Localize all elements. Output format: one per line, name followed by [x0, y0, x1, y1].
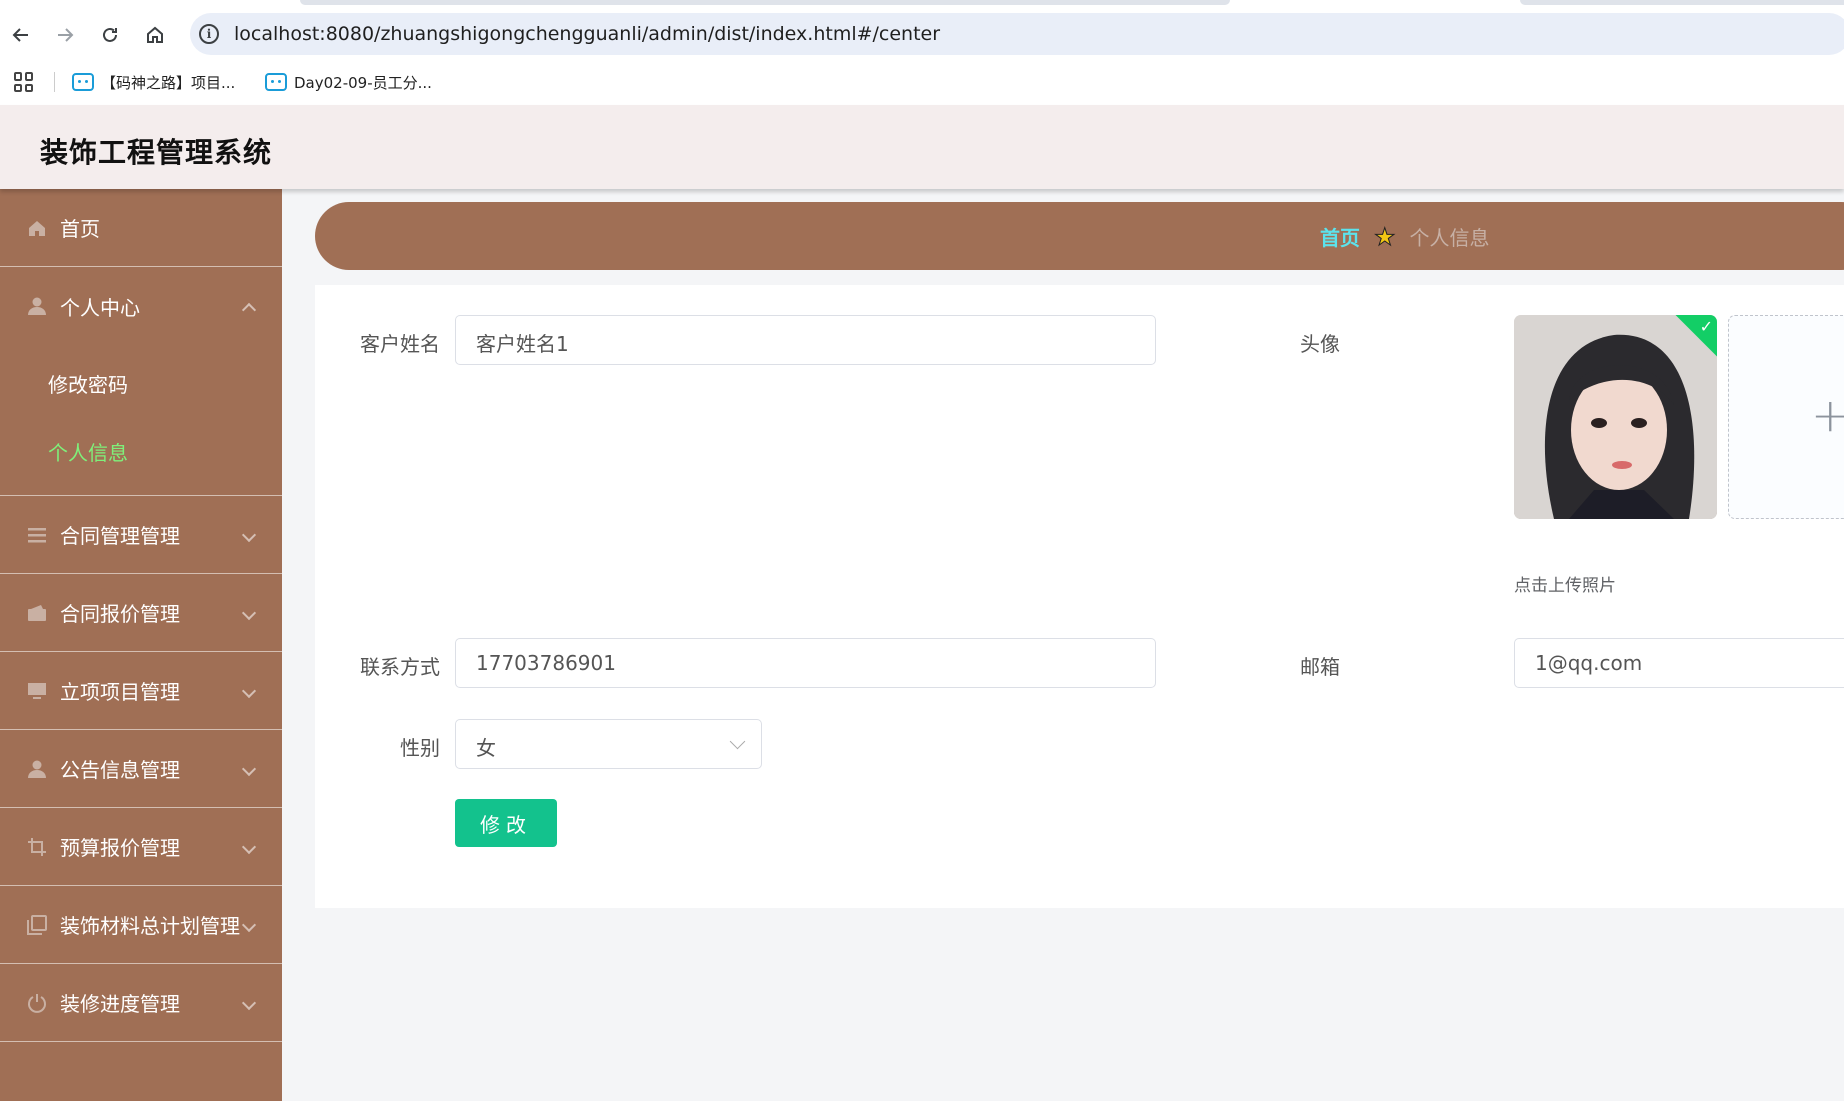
- sidebar-item-announcement[interactable]: 公告信息管理: [0, 730, 282, 808]
- url-text: localhost:8080/zhuangshigongchengguanli/…: [234, 23, 941, 45]
- sidebar-item-label: 立项项目管理: [60, 680, 180, 704]
- sidebar-item-label: 合同管理管理: [60, 524, 180, 548]
- reload-icon[interactable]: [95, 20, 125, 50]
- forward-icon[interactable]: [50, 20, 80, 50]
- chevron-down-icon: [241, 839, 257, 855]
- sidebar-item-renovation-progress[interactable]: 装修进度管理: [0, 964, 282, 1042]
- sidebar-item-material-plan[interactable]: 装饰材料总计划管理: [0, 886, 282, 964]
- sidebar-item-contract-management[interactable]: 合同管理管理: [0, 496, 282, 574]
- chevron-down-icon: [241, 761, 257, 777]
- email-label: 邮箱: [1300, 655, 1340, 679]
- chevron-up-icon: [241, 302, 257, 318]
- tab-strip: [300, 0, 1230, 5]
- site-info-icon[interactable]: i: [199, 24, 219, 44]
- chevron-down-icon: [241, 605, 257, 621]
- app-header: 装饰工程管理系统: [0, 105, 1844, 189]
- crop-icon: [26, 836, 48, 858]
- user-icon: [26, 295, 48, 317]
- back-icon[interactable]: [6, 20, 36, 50]
- power-icon: [26, 992, 48, 1014]
- gender-label: 性别: [400, 736, 440, 760]
- email-input[interactable]: 1@qq.com: [1514, 638, 1844, 688]
- sidebar-item-label: 装修进度管理: [60, 992, 180, 1016]
- bookmark-label: 【码神之路】项目...: [101, 73, 236, 92]
- sidebar-item-personal-center[interactable]: 个人中心: [0, 267, 282, 345]
- personal-center-submenu: 修改密码 个人信息: [0, 345, 282, 496]
- bookmark-item[interactable]: 【码神之路】项目...: [72, 70, 235, 94]
- copy-icon: [26, 914, 48, 936]
- sidebar-item-project-approval[interactable]: 立项项目管理: [0, 652, 282, 730]
- apps-icon[interactable]: [14, 72, 34, 92]
- sidebar-item-label: 首页: [60, 217, 100, 241]
- star-icon: ★: [1374, 222, 1396, 251]
- sidebar: 首页 个人中心 修改密码 个人信息 合同管理管理 合同报价管理 立项项目管理 公…: [0, 189, 282, 1101]
- sidebar-item-label: 装饰材料总计划管理: [60, 914, 240, 938]
- address-bar[interactable]: i localhost:8080/zhuangshigongchengguanl…: [190, 13, 1844, 55]
- browser-toolbar: i localhost:8080/zhuangshigongchengguanl…: [0, 0, 1844, 105]
- user-icon: [26, 758, 48, 780]
- name-label: 客户姓名: [360, 332, 440, 356]
- monitor-icon: [26, 680, 48, 702]
- wallet-icon: [26, 602, 48, 624]
- upload-tip: 点击上传照片: [1514, 576, 1616, 596]
- phone-input[interactable]: 17703786901: [455, 638, 1156, 688]
- list-icon: [26, 524, 48, 546]
- sidebar-subitem-change-password[interactable]: 修改密码: [0, 349, 282, 417]
- breadcrumb-current: 个人信息: [1409, 226, 1490, 250]
- sidebar-subitem-personal-info[interactable]: 个人信息: [0, 417, 282, 485]
- chevron-down-icon: [729, 733, 746, 750]
- breadcrumb-home[interactable]: 首页: [1320, 222, 1360, 251]
- chevron-down-icon: [241, 527, 257, 543]
- home-icon: [26, 217, 48, 239]
- breadcrumb: 首页 ★ 个人信息: [315, 202, 1844, 270]
- bookmark-label: Day02-09-员工分...: [294, 73, 432, 92]
- bookmarks-bar: 【码神之路】项目... Day02-09-员工分...: [0, 64, 1844, 98]
- phone-label: 联系方式: [360, 655, 440, 679]
- sidebar-item-label: 个人中心: [60, 295, 140, 320]
- bookmark-separator: [54, 72, 55, 92]
- sidebar-item-home[interactable]: 首页: [0, 189, 282, 267]
- gender-value: 女: [476, 736, 496, 760]
- check-icon: ✓: [1699, 317, 1713, 336]
- gender-select[interactable]: 女: [455, 719, 762, 769]
- avatar-image: [1514, 315, 1717, 519]
- sidebar-item-budget-quote[interactable]: 预算报价管理: [0, 808, 282, 886]
- submit-button[interactable]: 修改: [455, 799, 557, 847]
- chevron-down-icon: [241, 917, 257, 933]
- tab-strip-right: [1520, 0, 1844, 5]
- chevron-down-icon: [241, 995, 257, 1011]
- profile-form: 客户姓名 客户姓名1 头像 ✓ + 点击上传照片 联系方式 1770378690…: [315, 285, 1844, 908]
- home-icon[interactable]: [140, 20, 170, 50]
- bilibili-icon: [265, 73, 287, 91]
- sidebar-item-contract-quote[interactable]: 合同报价管理: [0, 574, 282, 652]
- name-input[interactable]: 客户姓名1: [455, 315, 1156, 365]
- sidebar-item-label: 预算报价管理: [60, 836, 180, 860]
- plus-icon: +: [1811, 388, 1844, 442]
- sidebar-item-label: 公告信息管理: [60, 758, 180, 782]
- bookmark-item[interactable]: Day02-09-员工分...: [265, 70, 432, 94]
- avatar[interactable]: ✓: [1514, 315, 1717, 519]
- chevron-down-icon: [241, 683, 257, 699]
- app-title: 装饰工程管理系统: [40, 136, 273, 169]
- sidebar-item-label: 合同报价管理: [60, 602, 180, 626]
- bilibili-icon: [72, 73, 94, 91]
- upload-button[interactable]: +: [1728, 315, 1844, 519]
- avatar-label: 头像: [1300, 332, 1340, 356]
